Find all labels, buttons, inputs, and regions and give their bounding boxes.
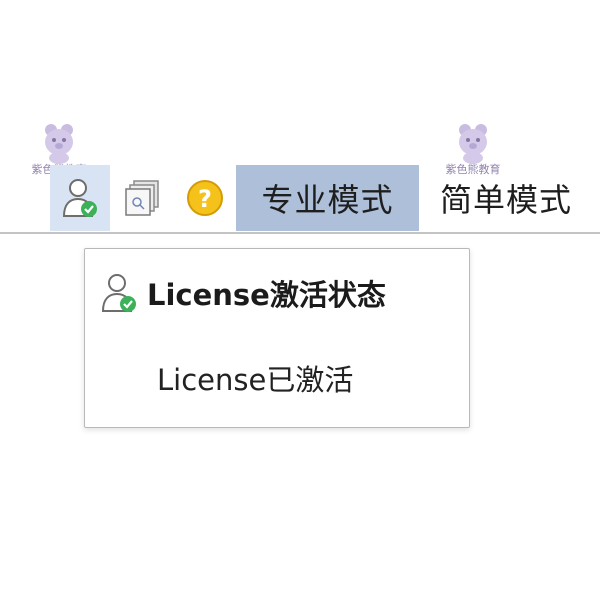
user-check-icon <box>101 274 136 312</box>
popup-title: License激活状态 <box>147 278 386 312</box>
license-status-popup: License激活状态 License已激活 <box>84 248 470 428</box>
pro-mode-button[interactable]: 专业模式 <box>236 165 419 231</box>
toolbar-divider <box>0 232 600 234</box>
license-button[interactable] <box>50 165 110 231</box>
bear-logo-icon <box>459 124 487 164</box>
window-stack-icon <box>125 180 159 216</box>
question-circle-icon: ? <box>187 180 223 216</box>
toolbar: ? 专业模式 简单模式 <box>0 165 600 231</box>
user-check-icon <box>62 179 97 217</box>
app-window: 紫色熊教育 紫色熊教育 <box>0 0 600 600</box>
popup-header: License激活状态 <box>99 271 386 315</box>
license-status-text: License已激活 <box>157 363 354 397</box>
svg-text:?: ? <box>198 185 212 213</box>
window-button[interactable] <box>118 165 168 231</box>
simple-mode-button[interactable]: 简单模式 <box>426 165 596 231</box>
help-button[interactable]: ? <box>178 165 232 231</box>
bear-logo-icon <box>45 124 73 164</box>
